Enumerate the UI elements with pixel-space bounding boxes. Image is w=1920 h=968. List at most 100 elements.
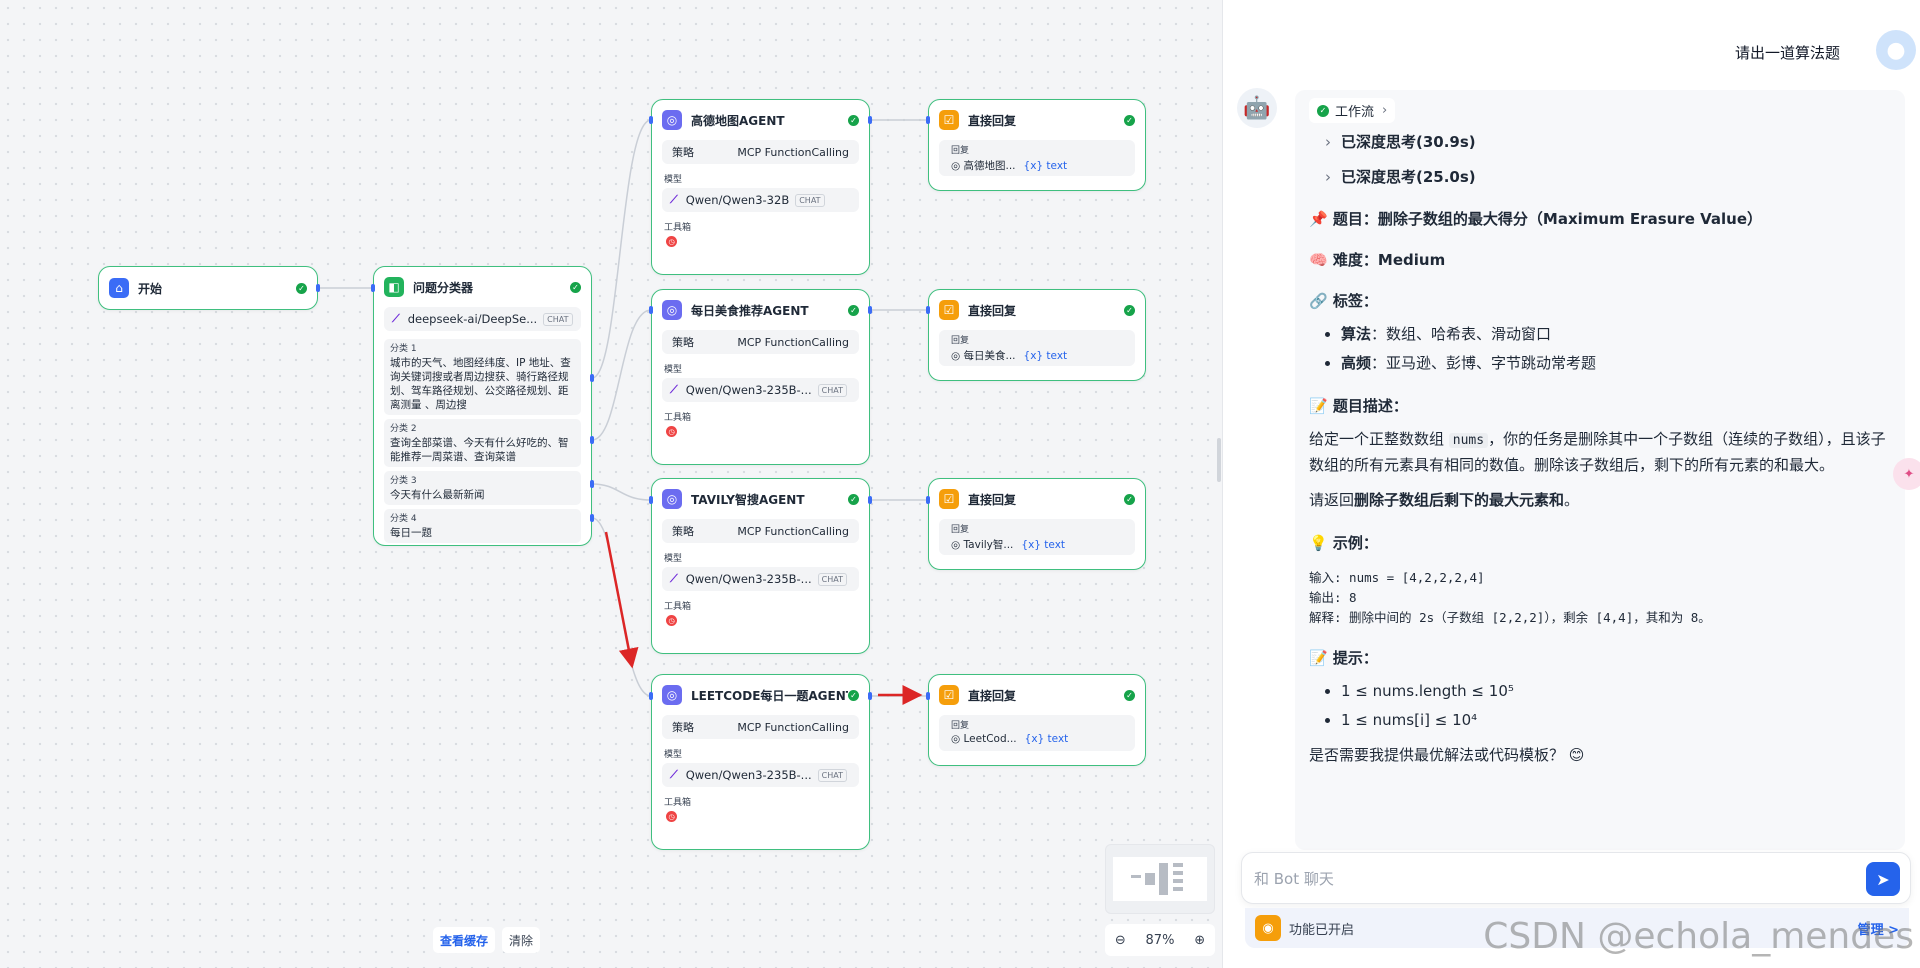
output-handle[interactable] xyxy=(590,514,594,522)
user-avatar: ● xyxy=(1876,30,1916,70)
red-arrow-down xyxy=(604,531,639,669)
input-handle[interactable] xyxy=(649,306,653,314)
agent-icon: ◎ xyxy=(951,538,964,551)
output-handle[interactable] xyxy=(590,436,594,444)
thinking-toggle-1[interactable]: › 已深度思考(30.9s) xyxy=(1325,131,1891,152)
reply-label: 回复 xyxy=(951,721,970,731)
chat-input[interactable]: 和 Bot 聊天 ➤ xyxy=(1241,852,1911,904)
example-heading: 💡 示例： xyxy=(1309,534,1378,552)
chat-panel: 请出一道算法题 ● 🤖 ✓ 工作流 › › 已深度思考(30.9s) › 已深度思考… xyxy=(1222,0,1920,968)
chat-tag: CHAT xyxy=(817,383,847,397)
inline-code: nums xyxy=(1448,433,1489,448)
input-placeholder: 和 Bot 聊天 xyxy=(1254,869,1334,888)
home-icon: ⌂ xyxy=(109,278,129,298)
minimap[interactable] xyxy=(1105,844,1215,914)
strategy-row: 策略 MCP FunctionCalling xyxy=(662,519,859,543)
agent-node-food[interactable]: ◎ 每日美食推荐AGENT ✓ 策略 MCP FunctionCalling 模型… xyxy=(651,289,870,465)
reply-label: 回复 xyxy=(951,525,970,535)
node-title: 每日美食推荐AGENT xyxy=(691,303,809,318)
agent-icon: ◎ xyxy=(662,110,682,130)
classifier-node[interactable]: ◧ 问题分类器 ✓ ⟋ deepseek-ai/DeepSe... CHAT 分… xyxy=(373,266,592,546)
model-logo-icon: ⟋ xyxy=(392,312,400,325)
thinking-label: 已深度思考(25.0s) xyxy=(1341,168,1476,186)
chat-tag: CHAT xyxy=(817,572,847,586)
output-handle[interactable] xyxy=(868,116,872,124)
send-button[interactable]: ➤ xyxy=(1866,862,1900,896)
agent-node-tavily[interactable]: ◎ TAVILY智搜AGENT ✓ 策略 MCP FunctionCalling … xyxy=(651,478,870,654)
tools-label: 工具箱 xyxy=(664,798,692,808)
class-title: 分类 2 xyxy=(390,424,417,434)
check-icon: ✓ xyxy=(1124,304,1135,316)
reply-source: LeetCod... xyxy=(963,733,1017,745)
output-handle[interactable] xyxy=(868,496,872,504)
input-handle[interactable] xyxy=(371,284,375,292)
reply-node-3[interactable]: ☑ 直接回复 ✓ 回复 ◎ Tavily智... {x} text xyxy=(928,478,1146,570)
reply-icon: ☑ xyxy=(939,489,959,509)
reply-source: 高德地图... xyxy=(963,160,1016,172)
closing-text: 是否需要我提供最优解法或代码模板？ 😊 xyxy=(1309,746,1585,764)
classifier-icon: ◧ xyxy=(384,277,404,297)
zoom-level: 87% xyxy=(1145,932,1175,948)
strategy-value: MCP FunctionCalling xyxy=(737,335,849,349)
input-handle[interactable] xyxy=(649,116,653,124)
agent-icon: ◎ xyxy=(662,300,682,320)
tag-value: ：亚马逊、彭博、字节跳动常考题 xyxy=(1371,354,1597,372)
model-logo-icon: ⟋ xyxy=(670,383,678,396)
output-handle[interactable] xyxy=(868,692,872,700)
strategy-value: MCP FunctionCalling xyxy=(737,524,849,538)
check-icon: ✓ xyxy=(1124,114,1135,126)
view-cache-button[interactable]: 查看缓存 xyxy=(433,927,496,953)
model-row: ⟋ Qwen/Qwen3-32B CHAT xyxy=(662,188,859,212)
input-handle[interactable] xyxy=(926,116,930,124)
zoom-in-icon[interactable]: ⊕ xyxy=(1194,933,1205,948)
output-handle[interactable] xyxy=(868,306,872,314)
input-handle[interactable] xyxy=(926,496,930,504)
start-node[interactable]: ⌂ 开始 ✓ xyxy=(98,266,318,310)
thinking-label: 已深度思考(30.9s) xyxy=(1341,133,1476,151)
tool-icon: ◷ xyxy=(666,236,677,247)
check-icon: ✓ xyxy=(848,304,859,316)
variable-tag: {x} text xyxy=(1023,159,1068,172)
reply-source: Tavily智... xyxy=(963,539,1014,551)
output-handle[interactable] xyxy=(316,284,320,292)
zoom-bar: ⊖ 87% ⊕ xyxy=(1105,924,1215,956)
model-row: ⟋ deepseek-ai/DeepSe... CHAT xyxy=(384,307,581,331)
strategy-label: 策略 xyxy=(672,146,694,159)
node-title: TAVILY智搜AGENT xyxy=(691,492,805,507)
model-name: Qwen/Qwen3-235B-... xyxy=(685,383,812,397)
check-icon: ✓ xyxy=(570,281,581,293)
variable-tag: {x} text xyxy=(1021,538,1066,551)
output-handle[interactable] xyxy=(590,480,594,488)
description-text: 给定一个正整数数组 nums ，你的任务是删除其中一个子数组（连续的子数组），且该… xyxy=(1309,427,1891,478)
input-handle[interactable] xyxy=(926,306,930,314)
strategy-row: 策略 MCP FunctionCalling xyxy=(662,330,859,354)
class-4: 分类 4 每日一题 xyxy=(384,509,581,543)
output-handle[interactable] xyxy=(590,374,594,382)
agent-node-amap[interactable]: ◎ 高德地图AGENT ✓ 策略 MCP FunctionCalling 模型 ⟋… xyxy=(651,99,870,275)
variable-tag: {x} text xyxy=(1024,733,1069,745)
input-handle[interactable] xyxy=(926,692,930,700)
check-icon: ✓ xyxy=(1124,493,1135,505)
side-translate-icon[interactable]: ✦ xyxy=(1893,458,1920,490)
workflow-canvas[interactable]: ⌂ 开始 ✓ ◧ 问题分类器 ✓ ⟋ deepseek-ai/DeepSe...… xyxy=(0,0,1222,968)
chat-tag: CHAT xyxy=(817,768,847,782)
check-icon: ✓ xyxy=(848,114,859,126)
thinking-toggle-2[interactable]: › 已深度思考(25.0s) xyxy=(1325,166,1891,187)
chevron-right-icon: › xyxy=(1325,168,1331,186)
clear-button[interactable]: 清除 xyxy=(502,927,541,953)
agent-node-leetcode[interactable]: ◎ LEETCODE每日一题AGENT ✓ 策略 MCP FunctionCall… xyxy=(651,674,870,850)
panel-resize-handle[interactable] xyxy=(1217,438,1221,482)
reply-node-2[interactable]: ☑ 直接回复 ✓ 回复 ◎ 每日美食... {x} text xyxy=(928,289,1146,381)
workflow-chip[interactable]: ✓ 工作流 › xyxy=(1309,98,1396,123)
reply-box: 回复 ◎ Tavily智... {x} text xyxy=(939,519,1135,555)
input-handle[interactable] xyxy=(649,496,653,504)
return-part: 。 xyxy=(1564,491,1580,509)
input-handle[interactable] xyxy=(649,692,653,700)
zoom-out-icon[interactable]: ⊖ xyxy=(1115,933,1126,948)
edge-class4-agent4 xyxy=(591,517,652,697)
tag-value: ：数组、哈希表、滑动窗口 xyxy=(1371,325,1552,343)
model-name: Qwen/Qwen3-235B-... xyxy=(685,768,812,782)
reply-node-4[interactable]: ☑ 直接回复 ✓ 回复 ◎ LeetCod... {x} text xyxy=(928,674,1146,766)
reply-node-1[interactable]: ☑ 直接回复 ✓ 回复 ◎ 高德地图... {x} text xyxy=(928,99,1146,191)
send-icon: ➤ xyxy=(1876,869,1890,889)
